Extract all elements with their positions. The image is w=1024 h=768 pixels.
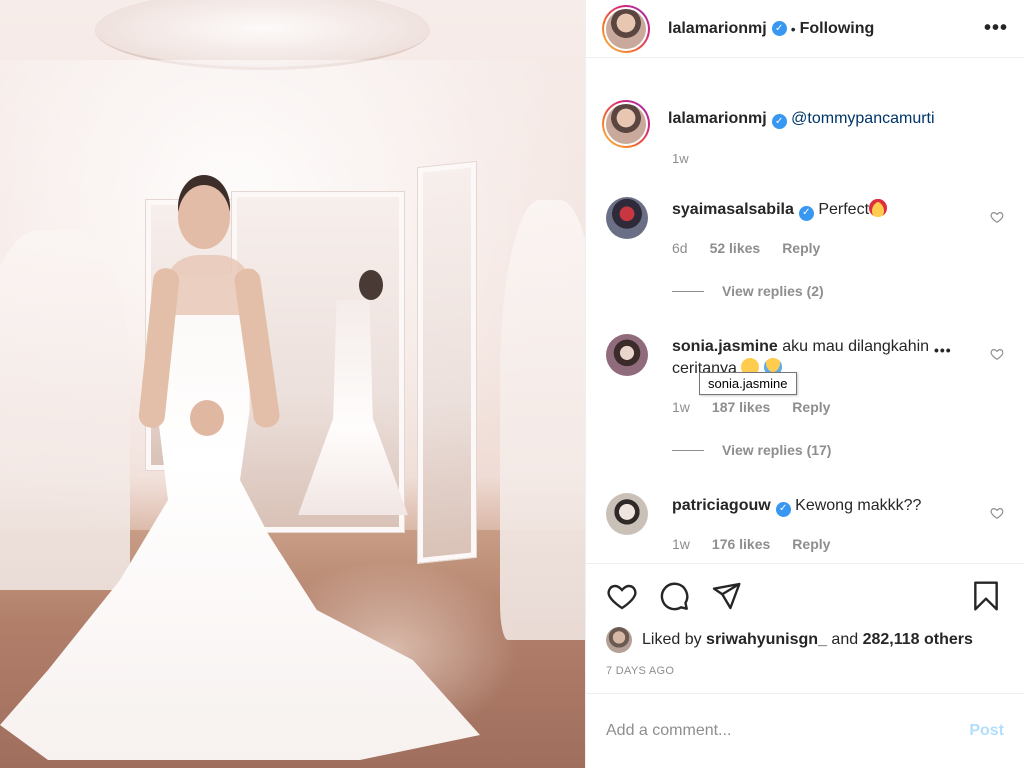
verified-badge-icon: ✓ bbox=[798, 205, 814, 221]
reply-button[interactable]: Reply bbox=[792, 399, 830, 415]
liker-avatar[interactable] bbox=[606, 627, 632, 653]
liked-by-prefix: Liked by bbox=[642, 631, 702, 648]
caption: lalamarionmj ✓ @tommypancamurti bbox=[602, 100, 935, 148]
liked-by-and: and bbox=[831, 631, 859, 648]
comment-content: Kewong makkk?? bbox=[795, 497, 922, 514]
username-tooltip: sonia.jasmine bbox=[699, 372, 797, 395]
comment-like-heart-icon[interactable] bbox=[990, 210, 1004, 224]
caption-username[interactable]: lalamarionmj bbox=[668, 110, 767, 127]
comment-time[interactable]: 1w bbox=[672, 536, 690, 552]
comment-content: Perfect bbox=[818, 201, 870, 218]
author-username[interactable]: lalamarionmj bbox=[668, 20, 767, 38]
header-separator: • bbox=[790, 20, 796, 37]
view-replies-button[interactable]: View replies (17) bbox=[672, 442, 831, 458]
caption-text: lalamarionmj ✓ @tommypancamurti bbox=[668, 110, 935, 148]
verified-badge-icon: ✓ bbox=[771, 21, 787, 36]
comment-time[interactable]: 6d bbox=[672, 240, 688, 256]
bride-hands bbox=[190, 400, 224, 436]
caption-time[interactable]: 1w bbox=[672, 151, 689, 166]
replies-divider-line bbox=[672, 449, 704, 451]
comments-list[interactable]: lalamarionmj ✓ @tommypancamurti 1w syaima… bbox=[586, 58, 1024, 563]
comment-text: patriciagouw ✓ Kewong makkk?? bbox=[672, 495, 942, 517]
more-options-icon[interactable]: ••• bbox=[984, 17, 1008, 40]
heart-icon[interactable] bbox=[606, 580, 638, 612]
commenter-username[interactable]: patriciagouw bbox=[672, 497, 771, 514]
commenter-avatar[interactable] bbox=[606, 334, 648, 376]
commenter-username[interactable]: sonia.jasmine bbox=[672, 338, 778, 355]
post-panel: lalamarionmj ✓ • Following ••• lalamario… bbox=[585, 0, 1024, 768]
liked-by: Liked by sriwahyunisgn_ and 282,118 othe… bbox=[606, 627, 973, 653]
comment-input[interactable]: Add a comment... bbox=[606, 722, 969, 740]
post-header: lalamarionmj ✓ • Following ••• bbox=[586, 0, 1024, 58]
author-avatar-image bbox=[606, 8, 646, 49]
comment-bubble-icon[interactable] bbox=[658, 580, 690, 612]
view-replies-label: View replies (17) bbox=[722, 442, 832, 458]
verified-badge-icon: ✓ bbox=[775, 501, 791, 517]
liked-by-user[interactable]: sriwahyunisgn_ bbox=[706, 631, 827, 649]
comment-likes[interactable]: 52 likes bbox=[710, 240, 761, 256]
verified-badge-icon: ✓ bbox=[771, 114, 787, 129]
view-replies-label: View replies (2) bbox=[722, 283, 824, 299]
paper-plane-icon[interactable] bbox=[710, 580, 742, 612]
commenter-username[interactable]: syaimasalsabila bbox=[672, 201, 794, 218]
commenter-avatar[interactable] bbox=[606, 197, 648, 239]
add-comment-bar: Add a comment... Post bbox=[586, 693, 1024, 768]
view-replies-button[interactable]: View replies (2) bbox=[672, 283, 824, 299]
caption-mention[interactable]: @tommypancamurti bbox=[791, 110, 934, 127]
commenter-avatar[interactable] bbox=[606, 493, 648, 535]
replies-divider-line bbox=[672, 290, 704, 292]
bookmark-icon[interactable] bbox=[970, 580, 1002, 612]
comment-likes[interactable]: 176 likes bbox=[712, 536, 770, 552]
reply-button[interactable]: Reply bbox=[782, 240, 820, 256]
post-button[interactable]: Post bbox=[969, 722, 1004, 740]
comment-options-icon[interactable]: ••• bbox=[934, 342, 952, 358]
mirror-right bbox=[418, 161, 476, 564]
comment-meta: 1w 176 likes Reply bbox=[672, 536, 830, 552]
comment-like-heart-icon[interactable] bbox=[990, 506, 1004, 520]
following-button[interactable]: Following bbox=[800, 20, 875, 38]
post-date[interactable]: 7 DAYS AGO bbox=[606, 665, 674, 677]
bride-head bbox=[178, 185, 230, 249]
gown-rack-left bbox=[0, 230, 130, 590]
liked-by-others[interactable]: 282,118 others bbox=[863, 631, 973, 649]
author-avatar[interactable] bbox=[602, 4, 650, 53]
comment-text: syaimasalsabila ✓ Perfect bbox=[672, 199, 942, 221]
post-actions: Liked by sriwahyunisgn_ and 282,118 othe… bbox=[586, 563, 1024, 693]
mirror-reflection-head bbox=[359, 270, 383, 300]
reply-button[interactable]: Reply bbox=[792, 536, 830, 552]
heart-eyes-emoji bbox=[869, 199, 888, 217]
comment-likes[interactable]: 187 likes bbox=[712, 399, 770, 415]
gown-rack-right bbox=[500, 200, 585, 640]
caption-avatar[interactable] bbox=[602, 100, 650, 148]
post-photo[interactable] bbox=[0, 0, 585, 768]
caption-avatar-image bbox=[606, 104, 646, 144]
comment-like-heart-icon[interactable] bbox=[990, 347, 1004, 361]
comment-meta: 1w 187 likes Reply bbox=[672, 399, 830, 415]
comment-meta: 6d 52 likes Reply bbox=[672, 240, 820, 256]
comment-time[interactable]: 1w bbox=[672, 399, 690, 415]
